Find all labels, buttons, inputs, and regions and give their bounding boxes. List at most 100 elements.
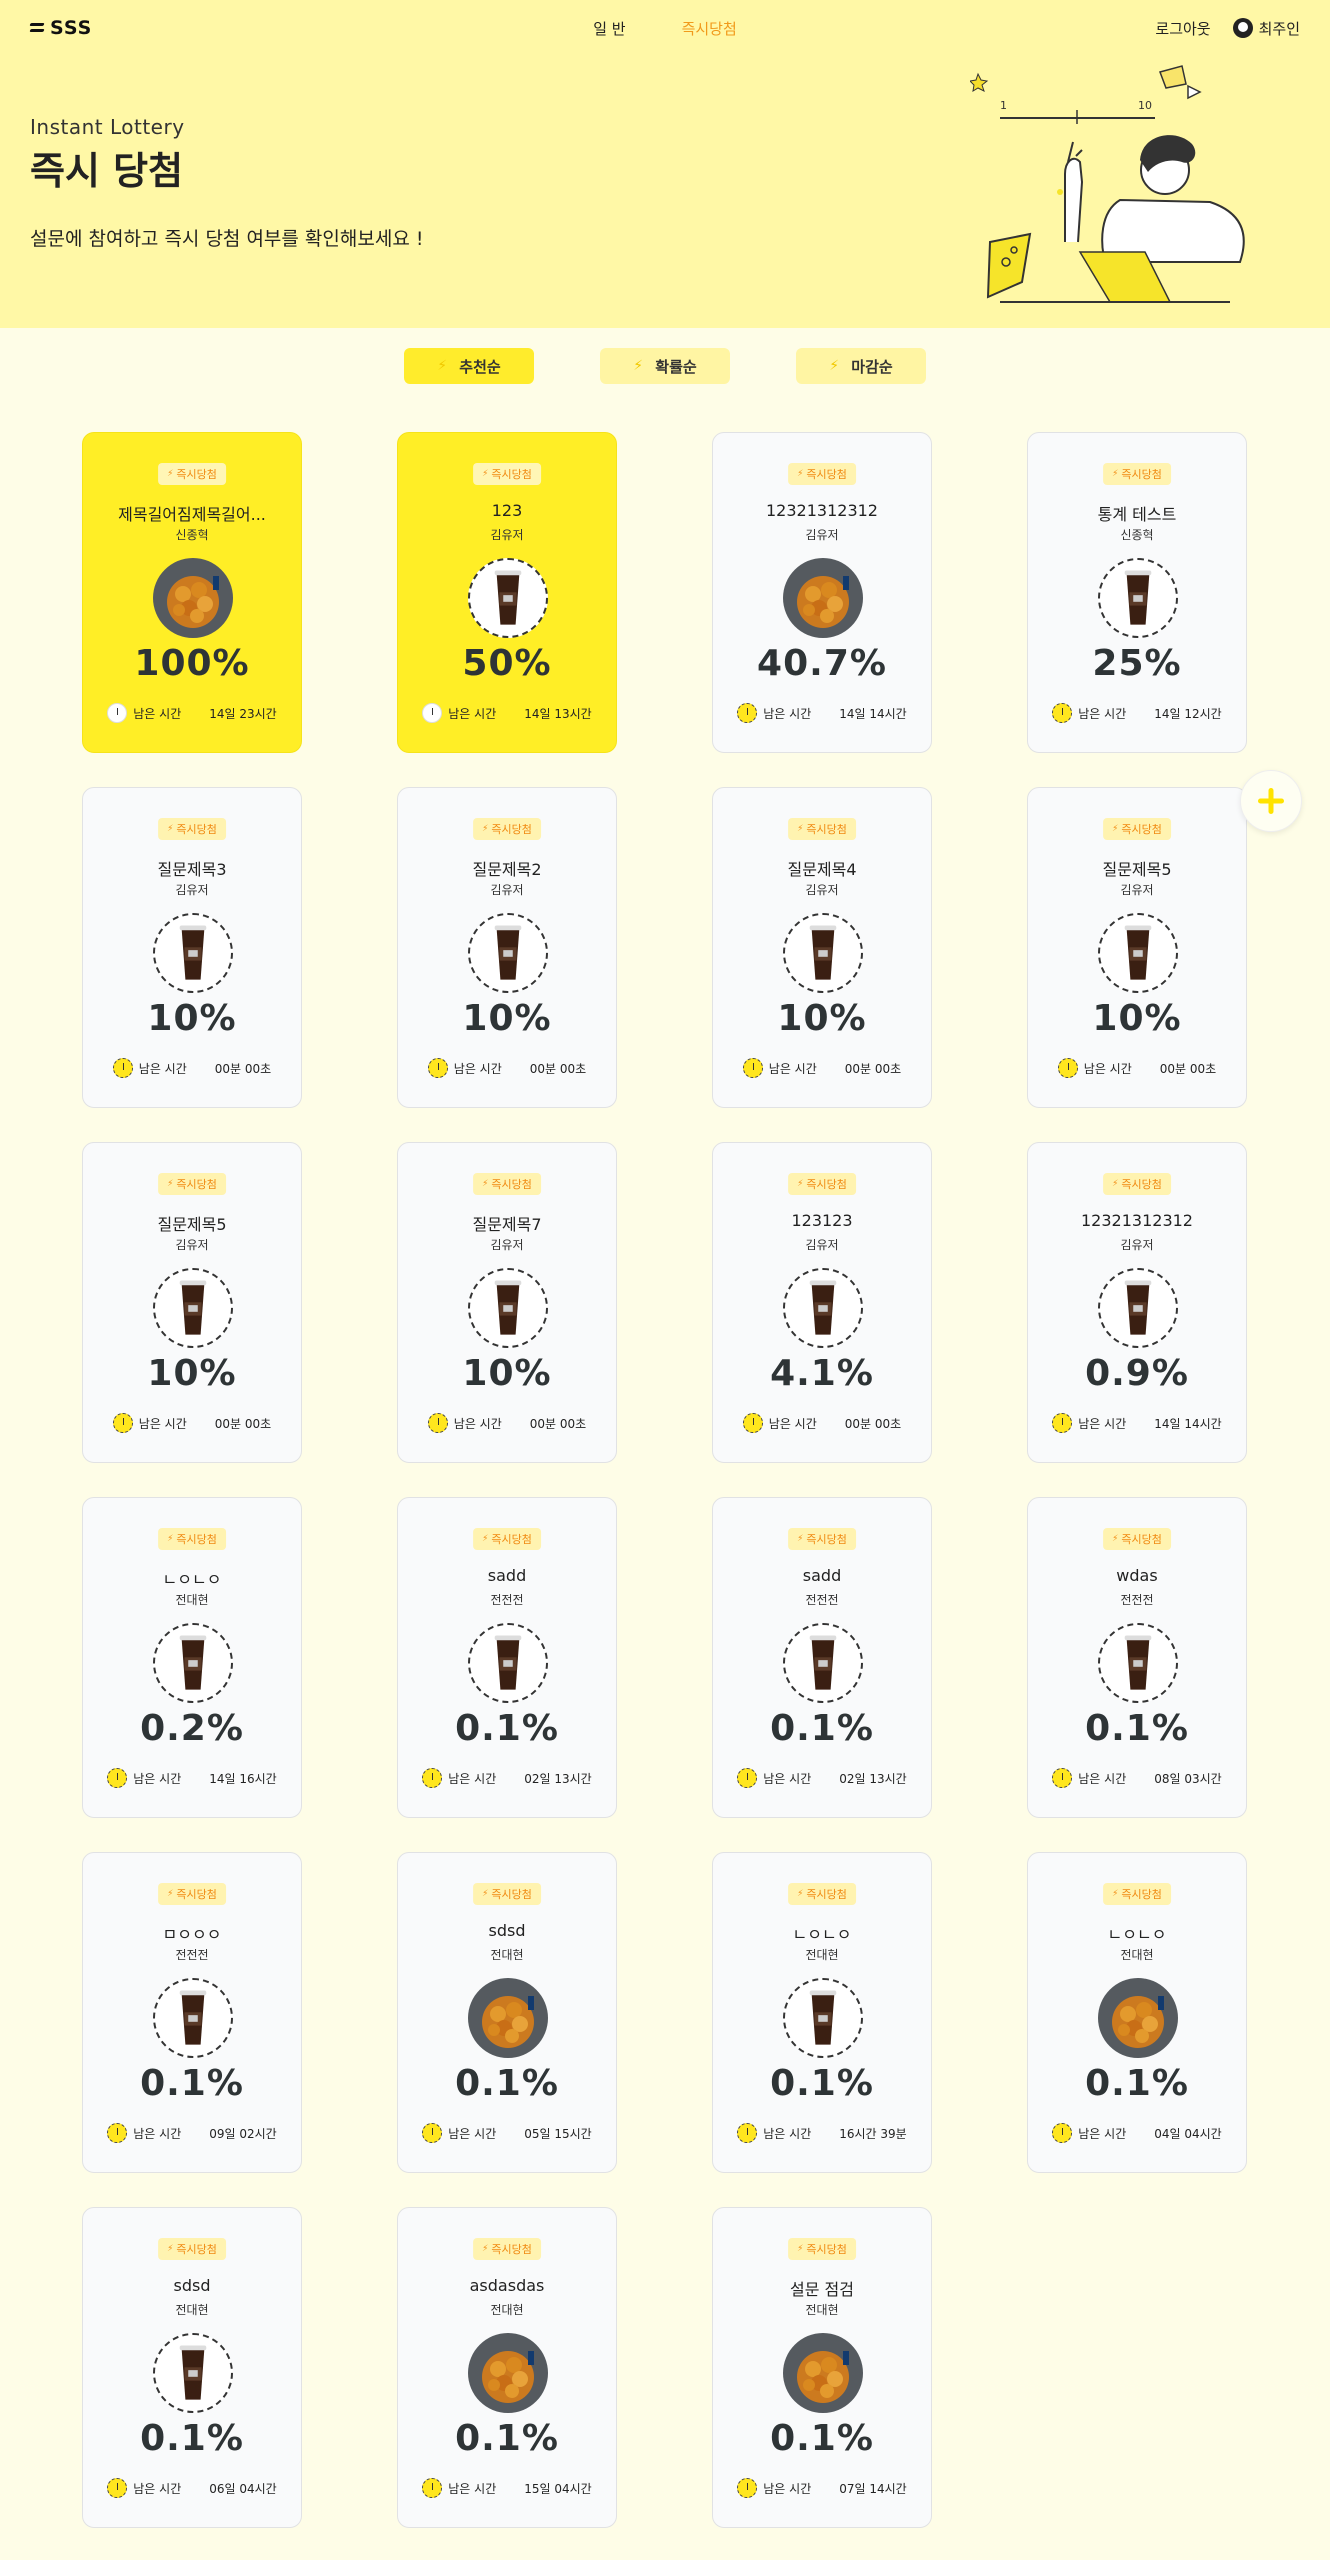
survey-card[interactable]: 즉시당첨 sdsd 전대현 0.1% 남은 시간 05일 15시간 xyxy=(397,1852,617,2173)
clock-icon xyxy=(422,703,443,723)
sort-recommended-button[interactable]: ⚡ 추천순 xyxy=(404,348,534,384)
clock-icon xyxy=(737,2478,758,2498)
survey-card[interactable]: 즉시당첨 12321312312 김유저 40.7% 남은 시간 14일 14시… xyxy=(712,432,932,753)
coffee-image xyxy=(468,1623,548,1703)
remaining-value: 16시간 39분 xyxy=(839,2126,907,2141)
instant-win-badge: 즉시당첨 xyxy=(158,2238,226,2260)
top-header: SSS 일 반 즉시당첨 로그아웃 최주인 xyxy=(0,0,1330,56)
clock-icon xyxy=(107,2123,128,2143)
nav-general[interactable]: 일 반 xyxy=(593,18,625,39)
survey-title: ㄴㅇㄴㅇ xyxy=(792,1925,852,1944)
survey-card[interactable]: 즉시당첨 ㅁㅇㅇㅇ 전전전 0.1% 남은 시간 09일 02시간 xyxy=(82,1852,302,2173)
survey-card[interactable]: 즉시당첨 통계 테스트 신종혁 25% 남은 시간 14일 12시간 xyxy=(1027,432,1247,753)
chicken-image xyxy=(468,2333,548,2413)
survey-title: 설문 점검 xyxy=(790,2280,854,2299)
sort-label: 확률순 xyxy=(655,357,697,376)
sort-label: 추천순 xyxy=(459,357,501,376)
win-rate: 25% xyxy=(1092,643,1182,684)
survey-author: 신종혁 xyxy=(1120,528,1154,542)
logout-link[interactable]: 로그아웃 xyxy=(1155,18,1210,39)
survey-card[interactable]: 즉시당첨 123123 김유저 4.1% 남은 시간 00분 00초 xyxy=(712,1142,932,1463)
survey-card[interactable]: 즉시당첨 설문 점검 전대현 0.1% 남은 시간 07일 14시간 xyxy=(712,2207,932,2528)
badge-label: 즉시당첨 xyxy=(1121,1178,1162,1191)
survey-title: wdas xyxy=(1116,1566,1158,1585)
nav-instant-lottery[interactable]: 즉시당첨 xyxy=(682,18,737,39)
remaining-value: 14일 14시간 xyxy=(1154,1416,1222,1431)
badge-label: 즉시당첨 xyxy=(491,823,532,836)
survey-author: 전대현 xyxy=(175,2303,209,2317)
survey-card[interactable]: 즉시당첨 질문제목4 김유저 10% 남은 시간 00분 00초 xyxy=(712,787,932,1108)
win-rate: 50% xyxy=(462,643,552,684)
survey-card[interactable]: 즉시당첨 제목길어짐제목길어... 신종혁 100% 남은 시간 14일 23시… xyxy=(82,432,302,753)
survey-card[interactable]: 즉시당첨 질문제목7 김유저 10% 남은 시간 00분 00초 xyxy=(397,1142,617,1463)
survey-card[interactable]: 즉시당첨 asdasdas 전대현 0.1% 남은 시간 15일 04시간 xyxy=(397,2207,617,2528)
survey-title: sadd xyxy=(487,1566,527,1585)
survey-card[interactable]: 즉시당첨 ㄴㅇㄴㅇ 전대현 0.1% 남은 시간 16시간 39분 xyxy=(712,1852,932,2173)
add-survey-button[interactable] xyxy=(1240,770,1302,832)
badge-label: 즉시당첨 xyxy=(176,823,217,836)
survey-author: 김유저 xyxy=(175,1238,209,1252)
coffee-image xyxy=(153,1268,233,1348)
logo[interactable]: SSS xyxy=(30,17,92,39)
survey-card[interactable]: 즉시당첨 질문제목5 김유저 10% 남은 시간 00분 00초 xyxy=(82,1142,302,1463)
survey-author: 전전전 xyxy=(490,1593,524,1607)
chicken-image xyxy=(783,558,863,638)
win-rate: 10% xyxy=(462,1353,552,1394)
survey-card[interactable]: 즉시당첨 wdas 전전전 0.1% 남은 시간 08일 03시간 xyxy=(1027,1497,1247,1818)
instant-win-badge: 즉시당첨 xyxy=(788,2238,856,2260)
remaining-label: 남은 시간 xyxy=(763,706,812,721)
survey-card[interactable]: 즉시당첨 sadd 전전전 0.1% 남은 시간 02일 13시간 xyxy=(397,1497,617,1818)
user-profile[interactable]: 최주인 xyxy=(1232,18,1300,39)
clock-icon xyxy=(1057,1058,1078,1078)
logo-text: SSS xyxy=(50,17,93,39)
survey-card[interactable]: 즉시당첨 sadd 전전전 0.1% 남은 시간 02일 13시간 xyxy=(712,1497,932,1818)
survey-author: 전대현 xyxy=(805,1948,839,1962)
remaining-time: 남은 시간 15일 04시간 xyxy=(398,2478,616,2498)
clock-icon xyxy=(107,2478,128,2498)
survey-card[interactable]: 즉시당첨 123 김유저 50% 남은 시간 14일 13시간 xyxy=(397,432,617,753)
lightning-icon: ⚡ xyxy=(829,358,840,374)
remaining-label: 남은 시간 xyxy=(448,1771,497,1786)
remaining-time: 남은 시간 14일 16시간 xyxy=(83,1768,301,1788)
survey-title: 123123 xyxy=(791,1211,853,1230)
badge-label: 즉시당첨 xyxy=(806,1533,847,1546)
badge-label: 즉시당첨 xyxy=(1121,1888,1162,1901)
clock-icon xyxy=(107,703,128,723)
survey-author: 김유저 xyxy=(490,528,524,542)
survey-card[interactable]: 즉시당첨 ㄴㅇㄴㅇ 전대현 0.1% 남은 시간 04일 04시간 xyxy=(1027,1852,1247,2173)
survey-title: 질문제목5 xyxy=(157,1215,227,1234)
survey-author: 전대현 xyxy=(490,1948,524,1962)
hero-illustration: 1 10 xyxy=(970,65,1245,303)
badge-label: 즉시당첨 xyxy=(176,1888,217,1901)
survey-card[interactable]: 즉시당첨 질문제목5 김유저 10% 남은 시간 00분 00초 xyxy=(1027,787,1247,1108)
survey-card[interactable]: 즉시당첨 질문제목3 김유저 10% 남은 시간 00분 00초 xyxy=(82,787,302,1108)
sort-deadline-button[interactable]: ⚡ 마감순 xyxy=(796,348,926,384)
survey-title: 제목길어짐제목길어... xyxy=(118,505,266,524)
survey-card[interactable]: 즉시당첨 질문제목2 김유저 10% 남은 시간 00분 00초 xyxy=(397,787,617,1108)
clock-icon xyxy=(1052,1413,1073,1433)
badge-label: 즉시당첨 xyxy=(806,1178,847,1191)
survey-card[interactable]: 즉시당첨 12321312312 김유저 0.9% 남은 시간 14일 14시간 xyxy=(1027,1142,1247,1463)
survey-author: 김유저 xyxy=(490,883,524,897)
remaining-time: 남은 시간 06일 04시간 xyxy=(83,2478,301,2498)
survey-card-grid: 즉시당첨 제목길어짐제목길어... 신종혁 100% 남은 시간 14일 23시… xyxy=(82,432,1247,2528)
win-rate: 0.1% xyxy=(455,2418,559,2459)
win-rate: 10% xyxy=(777,998,867,1039)
remaining-label: 남은 시간 xyxy=(138,1416,187,1431)
instant-win-badge: 즉시당첨 xyxy=(158,818,226,840)
remaining-value: 02일 13시간 xyxy=(524,1771,592,1786)
survey-author: 전대현 xyxy=(1120,1948,1154,1962)
survey-author: 김유저 xyxy=(1120,1238,1154,1252)
sort-probability-button[interactable]: ⚡ 확률순 xyxy=(600,348,730,384)
remaining-label: 남은 시간 xyxy=(448,706,497,721)
remaining-value: 09일 02시간 xyxy=(209,2126,277,2141)
survey-card[interactable]: 즉시당첨 ㄴㅇㄴㅇ 전대현 0.2% 남은 시간 14일 16시간 xyxy=(82,1497,302,1818)
badge-label: 즉시당첨 xyxy=(1121,1533,1162,1546)
clock-icon xyxy=(422,2123,443,2143)
survey-card[interactable]: 즉시당첨 sdsd 전대현 0.1% 남은 시간 06일 04시간 xyxy=(82,2207,302,2528)
win-rate: 10% xyxy=(462,998,552,1039)
win-rate: 0.1% xyxy=(140,2063,244,2104)
coffee-image xyxy=(1098,1623,1178,1703)
page-title: 즉시 당첨 xyxy=(30,149,184,193)
remaining-label: 남은 시간 xyxy=(453,1416,502,1431)
